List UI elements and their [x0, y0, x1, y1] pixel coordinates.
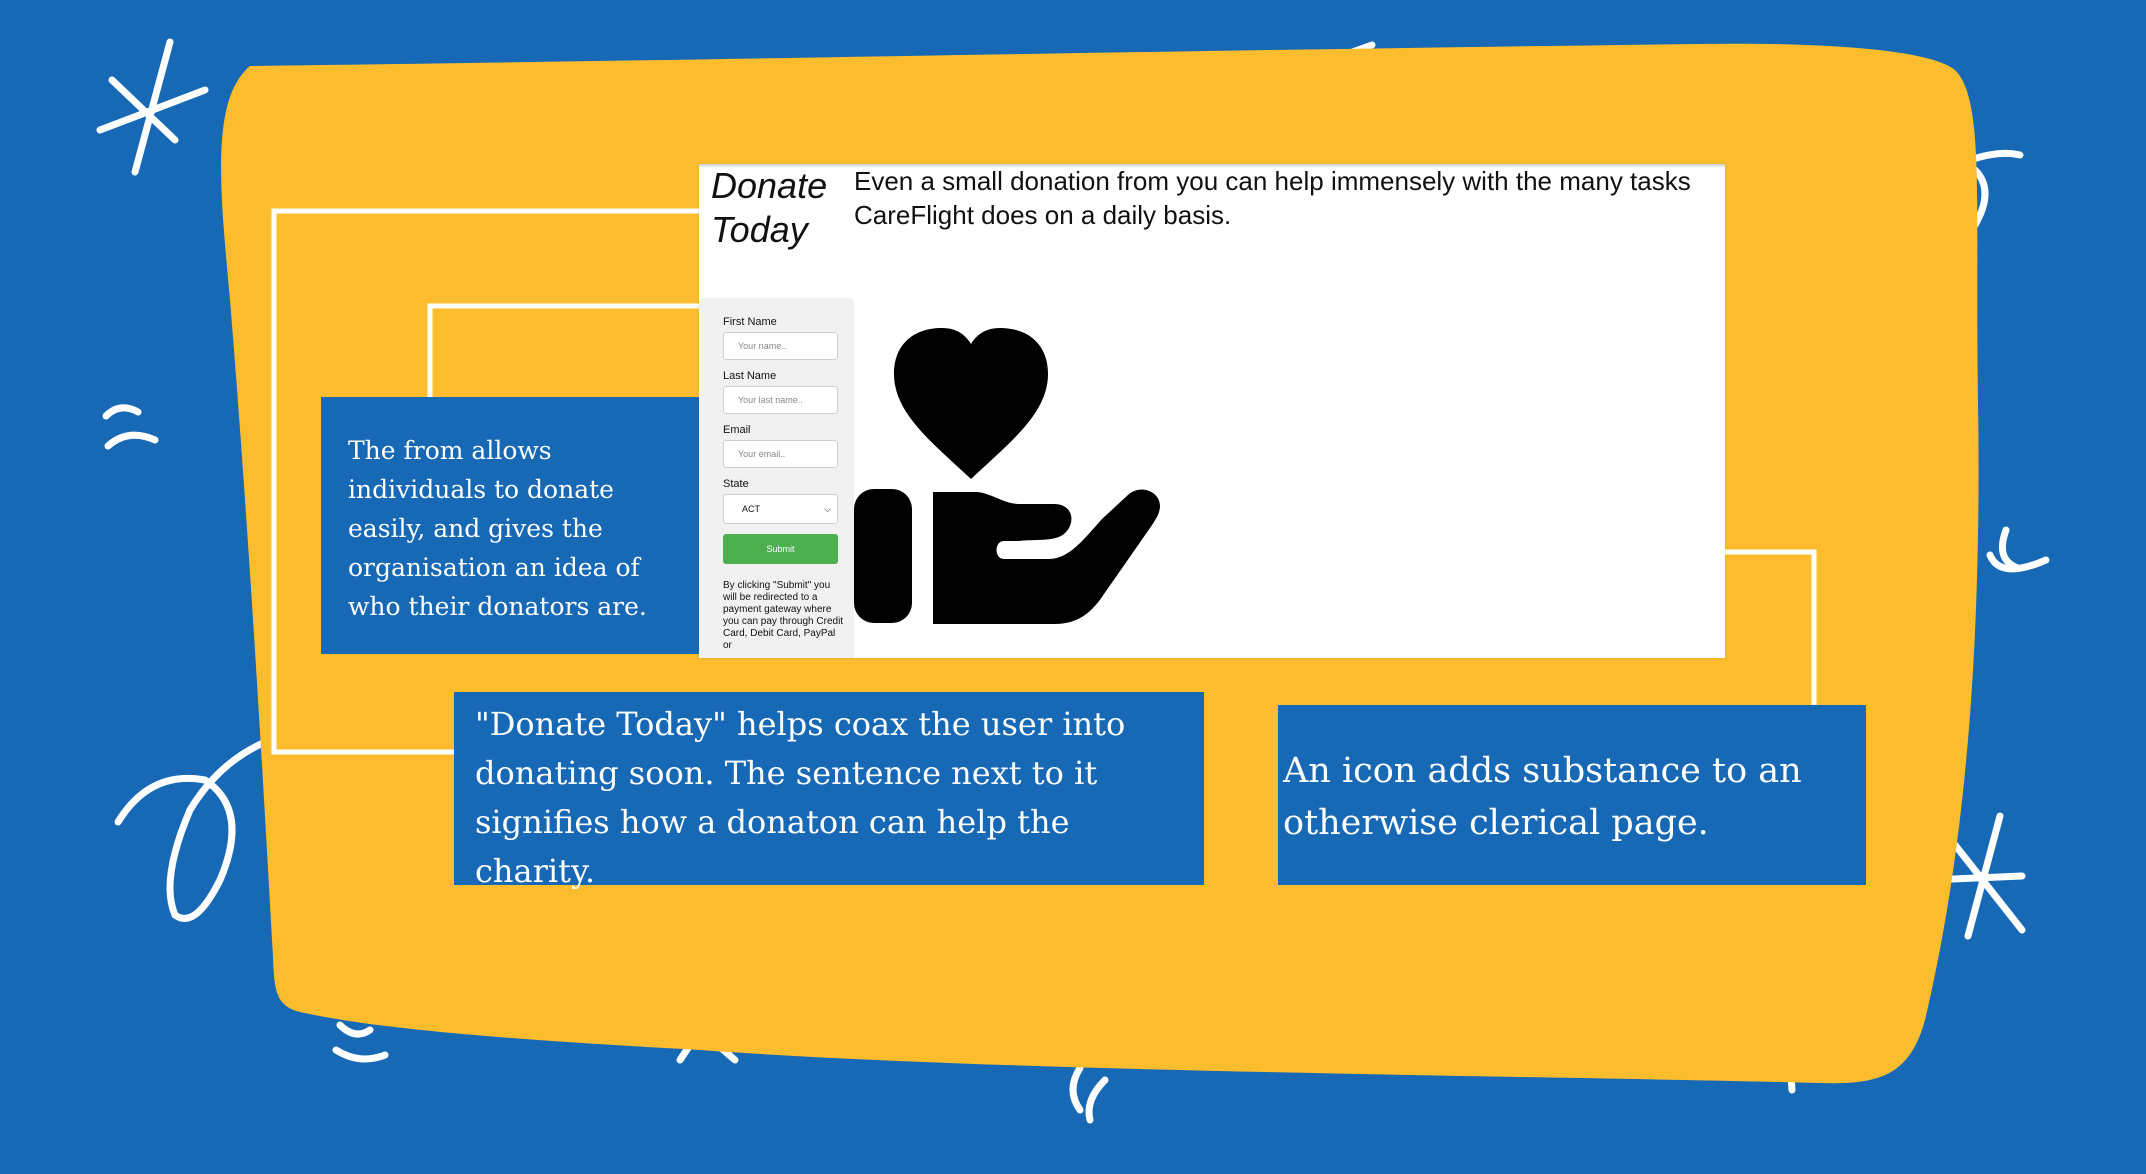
- slide: Donate Today Even a small donation from …: [0, 0, 2146, 1174]
- submit-button[interactable]: Submit: [723, 534, 838, 564]
- donation-form: First Name Your name.. Last Name Your la…: [699, 298, 854, 658]
- last-name-label: Last Name: [723, 370, 777, 382]
- arc-doodle-right-icon: [1999, 526, 2022, 572]
- state-select[interactable]: ACT ⌵: [723, 494, 838, 524]
- last-name-input[interactable]: Your last name..: [723, 386, 838, 414]
- callout-icon: An icon adds substance to an otherwise c…: [1278, 705, 1866, 885]
- donate-title: Donate Today: [711, 165, 828, 250]
- callout-title: "Donate Today" helps coax the user into …: [454, 692, 1204, 890]
- state-label: State: [723, 478, 749, 490]
- loop-doodle-icon: [114, 736, 274, 922]
- arc-doodle-icon: [102, 404, 142, 420]
- email-label: Email: [723, 424, 751, 436]
- chevron-down-icon: ⌵: [824, 504, 831, 514]
- donate-page-screenshot: Donate Today Even a small donation from …: [699, 164, 1725, 658]
- email-input[interactable]: Your email..: [723, 440, 838, 468]
- first-name-label: First Name: [723, 316, 777, 328]
- heart-in-hand-icon: [854, 294, 1194, 624]
- redirect-note: By clicking "Submit" you will be redirec…: [723, 580, 844, 651]
- state-select-value: ACT: [742, 504, 760, 514]
- callout-form: The from allows individuals to donate ea…: [321, 397, 699, 654]
- donate-sentence: Even a small donation from you can help …: [854, 166, 1691, 230]
- first-name-input[interactable]: Your name..: [723, 332, 838, 360]
